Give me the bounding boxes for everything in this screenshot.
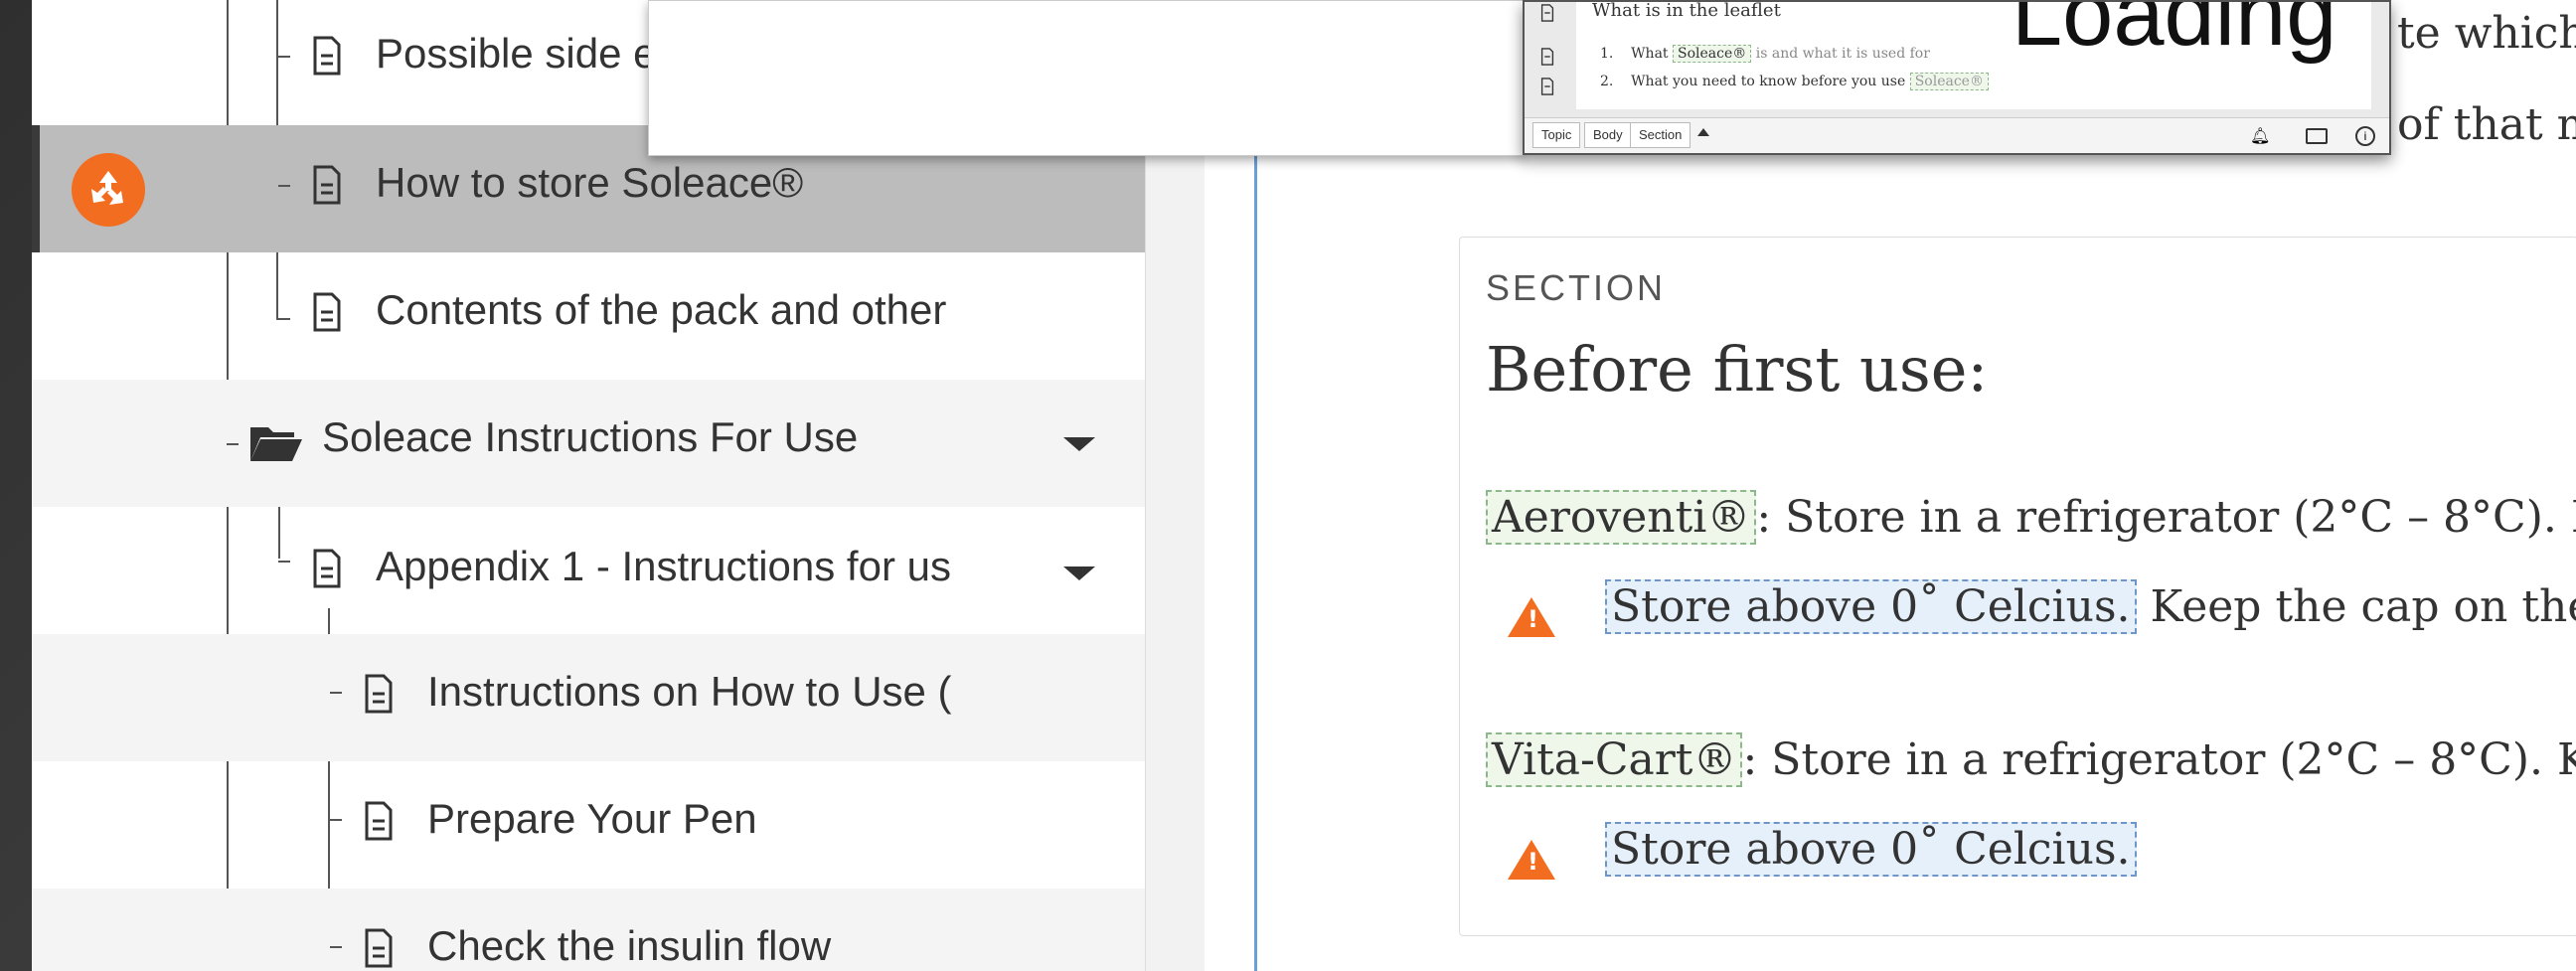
tree-connector [278,561,290,563]
tree-item-label: Appendix 1 - Instructions for us [376,543,951,589]
list-number: 1. [1600,46,1614,62]
storage-text: : Store in a refrigerator (2°C – 8°C). K… [1756,492,2576,543]
document-icon [1540,78,1554,95]
tree-item-prepare-your-pen[interactable]: Prepare Your Pen [32,761,1145,889]
tree-item-contents-of-pack[interactable]: Contents of the pack and other [32,252,1145,380]
tree-folder-soleace-ifu[interactable]: Soleace Instructions For Use [32,380,1145,507]
chevron-down-icon[interactable] [1063,566,1095,580]
document-icon [365,928,393,968]
tree-item-label: Possible side e [376,30,657,77]
tree-connector [330,692,342,694]
tree-connector [278,56,290,58]
tree-connector [227,443,239,445]
product-tag-vita-cart[interactable]: Vita-Cart® [1486,732,1743,787]
background-text: of that m [2397,99,2576,150]
tree-connector [330,946,342,948]
tree-item-check-insulin-flow[interactable]: Check the insulin flow [32,889,1145,971]
preview-content: What is in the leaflet 1. What Soleace® … [1576,2,2371,109]
warning-mark: ! [1528,605,1538,633]
tree-item-appendix-1[interactable]: Appendix 1 - Instructions for us [32,507,1145,634]
breadcrumb-body[interactable]: Body [1584,122,1632,148]
preview-list-item: 2. What you need to know before you use … [1600,73,1989,90]
document-icon [1540,48,1554,66]
list-number: 2. [1600,74,1614,89]
warning-mark: ! [1528,848,1538,876]
breadcrumb-section[interactable]: Section [1630,122,1691,148]
product-tag-aeroventi[interactable]: Aeroventi® [1486,490,1757,545]
tree-connector [278,185,290,187]
background-text: te which [2397,8,2576,59]
warning-paragraph[interactable]: Store above 0˚ Celcius. [1605,822,2137,877]
loading-label: Loading [1990,2,2359,67]
storage-paragraph[interactable]: Aeroventi®: Store in a refrigerator (2°C… [1486,490,2576,545]
storage-text: : Store in a refrigerator (2°C – 8°C). K… [1742,734,2576,785]
preview-list-item: 1. What Soleace® is and what it is used … [1600,45,1930,63]
warning-text: Keep the cap on the pe [2150,581,2576,632]
document-icon [365,801,393,841]
chevron-down-icon[interactable] [1063,437,1095,451]
tree-item-label: Check the insulin flow [427,922,832,969]
breadcrumb-topic[interactable]: Topic [1532,122,1581,148]
warning-tag[interactable]: Store above 0˚ Celcius. [1605,579,2137,634]
tree-item-label: Contents of the pack and other [376,286,947,333]
list-text: What you need to know before you use [1631,74,1906,89]
keyboard-icon[interactable] [2306,128,2328,144]
list-text: What [1631,46,1669,62]
document-icon [313,165,341,205]
recycle-icon[interactable] [72,153,145,227]
preview-footer: Topic Body Section 🔔︎ i [1525,117,2389,153]
warning-paragraph[interactable]: Store above 0˚ Celcius. Keep the cap on … [1605,579,2576,634]
info-icon[interactable]: i [2355,126,2375,146]
list-text: is and what it is used for [1755,46,1930,62]
document-icon [1540,4,1554,22]
section-type-label: SECTION [1486,267,1667,308]
product-tag: Soleace® [1909,73,1989,90]
product-tag: Soleace® [1673,45,1752,63]
document-icon [313,549,341,588]
tree-item-label: Soleace Instructions For Use [322,413,859,460]
document-icon [313,36,341,76]
chevron-up-icon[interactable] [1697,128,1709,136]
bell-icon[interactable]: 🔔︎ [2250,126,2270,145]
tree-item-label: Prepare Your Pen [427,795,757,842]
tree-item-instructions-how-to-use[interactable]: Instructions on How to Use ( [32,634,1145,761]
tree-item-label: How to store Soleace® [376,159,804,206]
storage-paragraph[interactable]: Vita-Cart®: Store in a refrigerator (2°C… [1486,732,2576,787]
tree-item-label: Instructions on How to Use ( [427,668,952,715]
selection-indicator [32,125,40,252]
loading-dialog [648,0,1527,156]
warning-tag[interactable]: Store above 0˚ Celcius. [1605,822,2137,877]
tree-connector [330,819,342,821]
section-card[interactable]: SECTION Before first use: Aeroventi®: St… [1459,237,2576,936]
section-title[interactable]: Before first use: [1486,333,1988,405]
tree-connector [278,318,290,320]
document-icon [365,674,393,714]
preview-heading: What is in the leaflet [1592,0,1781,21]
preview-popup[interactable]: What is in the leaflet 1. What Soleace® … [1523,0,2391,155]
open-folder-icon [250,427,302,461]
document-icon [313,292,341,332]
